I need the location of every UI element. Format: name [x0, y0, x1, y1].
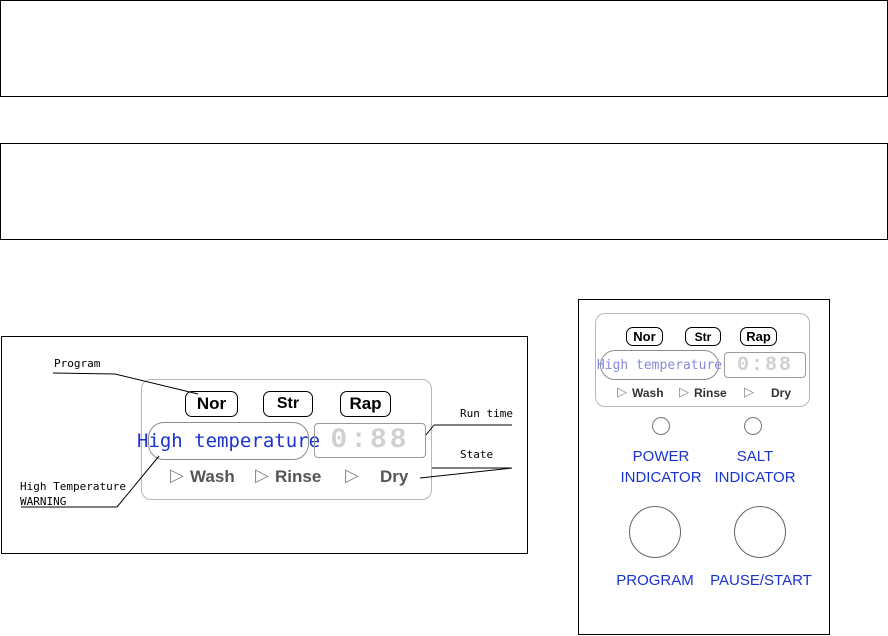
panel-high-temperature-text: High temperature	[596, 357, 723, 373]
top-box-1	[0, 0, 888, 97]
panel-program-rap-label: Rap	[746, 329, 771, 344]
panel-program-nor-label: Nor	[633, 329, 656, 344]
pause-start-button-label: PAUSE/START	[710, 572, 812, 589]
salt-indicator-led	[744, 417, 762, 435]
panel-run-time-digits: 0:88	[736, 353, 793, 377]
panel-state-rinse: Rinse	[694, 386, 727, 400]
power-indicator-led	[652, 417, 670, 435]
power-indicator-label: POWER INDICATOR	[609, 446, 713, 488]
panel-program-rap-badge: Rap	[740, 327, 777, 346]
panel-state-dry: Dry	[771, 386, 792, 400]
display-diagram: Nor Str Rap High temperature 0:88 ▷ Wash…	[1, 336, 528, 554]
panel-wash-arrow-icon: ▷	[617, 384, 627, 399]
callout-high-temp-line2: WARNING	[20, 495, 67, 508]
panel-dry-arrow-icon: ▷	[744, 384, 754, 399]
power-indicator-line1: POWER	[632, 448, 690, 465]
callout-high-temp-line1: High Temperature	[20, 480, 126, 493]
pause-start-button[interactable]	[734, 506, 786, 558]
top-box-2	[0, 143, 888, 240]
callout-run-time: Run time	[460, 407, 513, 420]
program-button-label: PROGRAM	[616, 572, 694, 589]
callout-state: State	[460, 448, 494, 461]
program-button[interactable]	[629, 506, 681, 558]
panel-high-temperature-warning: High temperature	[596, 350, 723, 380]
callout-program: Program	[54, 357, 101, 370]
panel-program-str-badge: Str	[685, 327, 721, 346]
salt-indicator-line1: SALT	[736, 448, 774, 465]
panel-run-time-display: 0:88	[724, 352, 806, 378]
panel-rinse-arrow-icon: ▷	[679, 384, 689, 399]
power-indicator-line2: INDICATOR	[620, 469, 702, 486]
salt-indicator-line2: INDICATOR	[714, 469, 796, 486]
control-panel: Nor Str Rap High temperature 0:88 ▷ Wash…	[578, 299, 830, 635]
panel-program-str-label: Str	[694, 329, 712, 344]
salt-indicator-label: SALT INDICATOR	[703, 446, 807, 488]
panel-program-nor-badge: Nor	[626, 327, 663, 346]
panel-state-wash: Wash	[632, 386, 664, 400]
